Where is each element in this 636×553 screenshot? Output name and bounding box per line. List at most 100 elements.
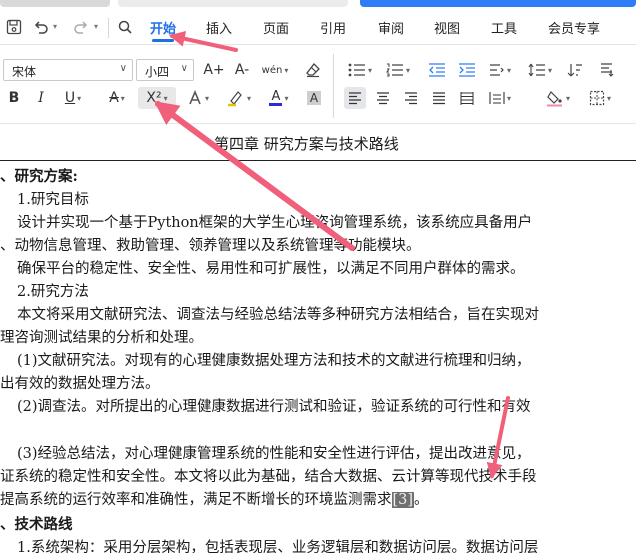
numbered-list-icon[interactable]: ▾: [383, 59, 413, 81]
font-family-select[interactable]: 宋体 ∨: [3, 59, 133, 81]
chevron-down-icon: ▾: [204, 93, 209, 103]
phonetic-label: wén: [261, 64, 283, 76]
paragraph-line: 证系统的稳定性和安全性。本文将以此为基础，结合大数据、云计算等现代技术手段: [0, 469, 537, 485]
font-family-value: 宋体: [12, 65, 37, 79]
chevron-down-icon: ▾: [606, 93, 611, 103]
ribbon-tab-layout[interactable]: 页面: [263, 18, 289, 40]
paragraph-line: 设计并实现一个基于Python框架的大学生心理咨询管理系统，该系统应具备用户: [17, 215, 533, 231]
redo-dropdown-chevron-icon[interactable]: ▾: [94, 22, 98, 31]
undo-dropdown-chevron-icon[interactable]: ▾: [53, 22, 57, 31]
strikethrough-button[interactable]: A ▾: [102, 87, 132, 109]
ribbon-tab-home[interactable]: 开始: [150, 18, 176, 42]
italic-label: I: [38, 90, 44, 106]
font-size-select[interactable]: 小四 ∨: [136, 59, 194, 81]
text-effects-button[interactable]: ▾: [182, 87, 214, 109]
highlighter-icon[interactable]: ▾: [222, 87, 256, 109]
bold-button[interactable]: B: [3, 87, 25, 109]
character-shading-button[interactable]: A: [304, 87, 324, 109]
superscript-label: X²: [146, 90, 162, 106]
toolbar-divider: [108, 18, 109, 38]
chevron-down-icon: ▾: [405, 65, 410, 75]
ribbon-tab-review[interactable]: 审阅: [378, 18, 404, 40]
chevron-down-icon: ▾: [547, 65, 552, 75]
show-marks-icon[interactable]: [594, 59, 620, 81]
justify-icon[interactable]: [428, 87, 450, 109]
ribbon-menu-bar: ▾ ▾ 开始 插入 页面 引用 审阅 视图 工具 会员专享: [0, 0, 636, 45]
header-rule: [0, 160, 636, 161]
chevron-down-icon: ∨: [180, 63, 188, 74]
undo-icon[interactable]: [30, 16, 52, 38]
chevron-down-icon: ∨: [119, 63, 127, 74]
increase-indent-icon[interactable]: [455, 59, 479, 81]
decrease-indent-icon[interactable]: [425, 59, 449, 81]
paragraph-line: 确保平台的稳定性、安全性、易用性和可扩展性，以满足不同用户群体的需求。: [17, 261, 525, 277]
distributed-columns-icon[interactable]: ▾: [484, 87, 516, 109]
chevron-down-icon: ▾: [284, 65, 289, 75]
chevron-down-icon: ▾: [120, 93, 125, 103]
search-icon[interactable]: [114, 16, 136, 38]
align-center-icon[interactable]: [372, 87, 394, 109]
eraser-icon[interactable]: [300, 59, 326, 81]
document-tab[interactable]: [118, 0, 348, 7]
font-size-value: 小四: [145, 65, 170, 79]
font-color-button[interactable]: A ▾: [262, 87, 296, 109]
document-chapter-title: 第四章 研究方案与技术路线: [214, 135, 399, 153]
citation-marker-selected[interactable]: [3]: [391, 492, 415, 508]
phonetic-guide-button[interactable]: wén ▾: [258, 59, 292, 81]
paragraph-line: 出有效的数据处理方法。: [0, 376, 160, 392]
font-color-swatch: [269, 102, 283, 106]
paragraph-line: 1.系统架构：采用分层架构，包括表现层、业务逻辑层和数据访问层。数据访问层: [17, 540, 539, 553]
home-toolbar: 宋体 ∨ 小四 ∨ A+ A- wén ▾ ▾ ▾ ▾ ▾ B I U ▾ A …: [0, 46, 636, 124]
toolbar-divider: [333, 54, 334, 118]
chevron-down-icon: ▾: [565, 93, 570, 103]
ribbon-tab-member[interactable]: 会员专享: [548, 18, 600, 40]
shrink-font-button[interactable]: A-: [230, 59, 254, 81]
paragraph-shading-icon[interactable]: ▾: [542, 87, 574, 109]
redo-icon[interactable]: [70, 16, 92, 38]
paragraph-line: (2)调查法。对所提出的心理健康数据进行测试和验证，验证系统的可行性和有效: [17, 399, 531, 415]
paragraph-line: 本文将采用文献研究法、调查法与经验总结法等多种研究方法相结合，旨在实现对: [17, 307, 539, 323]
ribbon-tab-insert[interactable]: 插入: [206, 18, 232, 40]
chinese-layout-icon[interactable]: ▾: [484, 59, 516, 81]
bold-label: B: [8, 90, 20, 106]
grow-font-label: A+: [203, 62, 225, 78]
align-left-icon[interactable]: [344, 87, 366, 109]
superscript-button[interactable]: X² ▾: [138, 87, 176, 109]
chevron-down-icon: ▾: [506, 93, 511, 103]
borders-icon[interactable]: ▾: [584, 87, 616, 109]
underline-label: U: [64, 90, 76, 106]
paragraph-line: (1)文献研究法。对现有的心理健康数据处理方法和技术的文献进行梳理和归纳，: [17, 353, 531, 369]
ribbon-tab-tools[interactable]: 工具: [491, 18, 517, 40]
chevron-down-icon: ▾: [163, 93, 168, 103]
document-tab-active[interactable]: [360, 0, 636, 7]
shrink-font-label: A-: [234, 62, 250, 78]
italic-button[interactable]: I: [30, 87, 52, 109]
grow-font-button[interactable]: A+: [202, 59, 226, 81]
heading-technical-route: 、技术路线: [0, 516, 73, 533]
ribbon-tab-references[interactable]: 引用: [320, 18, 346, 40]
chevron-down-icon: ▾: [506, 65, 511, 75]
distributed-align-icon[interactable]: [456, 87, 478, 109]
line-spacing-icon[interactable]: ▾: [524, 59, 556, 81]
subheading-research-goal: 1.研究目标: [17, 192, 89, 208]
document-tab[interactable]: [0, 0, 110, 7]
chevron-down-icon: ▾: [367, 65, 372, 75]
paragraph-line-with-citation: 提高系统的运行效率和准确性，满足不断增长的环境监测需求[3]。: [0, 488, 429, 509]
sort-icon[interactable]: [562, 59, 588, 81]
save-icon[interactable]: [3, 16, 25, 38]
chevron-down-icon: ▾: [246, 93, 251, 103]
ribbon-tab-view[interactable]: 视图: [434, 18, 460, 40]
bullet-list-icon[interactable]: ▾: [345, 59, 375, 81]
paragraph-text: 。: [414, 492, 429, 508]
subheading-research-method: 2.研究方法: [17, 284, 89, 300]
strikethrough-label: A: [109, 90, 119, 106]
paragraph-line: (3)经验总结法，对心理健康管理系统的性能和安全性进行评估，提出改进意见，: [17, 446, 531, 462]
font-color-label: A: [271, 88, 281, 104]
underline-button[interactable]: U ▾: [58, 87, 88, 109]
align-right-icon[interactable]: [400, 87, 422, 109]
chevron-down-icon: ▾: [77, 93, 82, 103]
paragraph-line: 、动物信息管理、救助管理、领养管理以及系统管理等功能模块。: [0, 238, 421, 254]
heading-research-plan: 、研究方案:: [0, 168, 78, 185]
document-page[interactable]: 第四章 研究方案与技术路线 、研究方案: 1.研究目标 设计并实现一个基于Pyt…: [0, 124, 636, 553]
paragraph-line: 理咨询测试结果的分析和处理。: [0, 330, 203, 346]
